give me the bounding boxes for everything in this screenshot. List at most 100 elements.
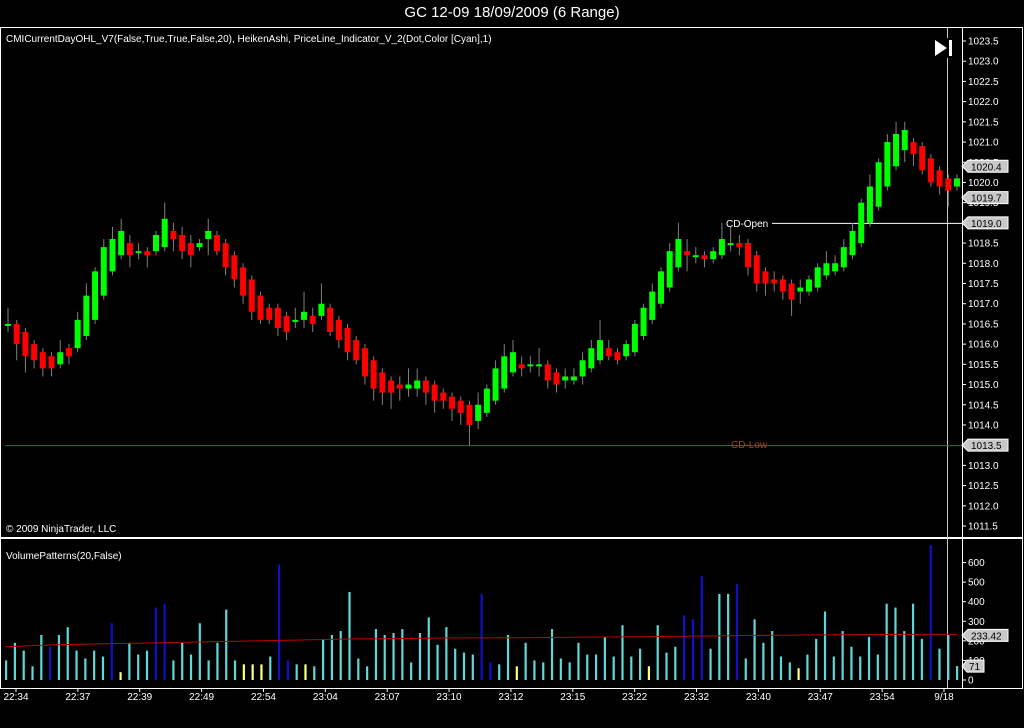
price-tick-label: 1017.0: [968, 299, 999, 310]
volume-bar: [189, 654, 193, 680]
chart-canvas[interactable]: 1023.5 1023.0 1022.5 1022.0 1021.5 1021.0 1020…: [0, 0, 1024, 728]
time-tick-label: 23:12: [498, 692, 523, 703]
volume-bar: [242, 664, 245, 680]
volume-bar: [656, 625, 659, 680]
volume-bar: [498, 664, 501, 680]
candle-body: [518, 364, 525, 369]
time-tick-label: 9/18: [934, 692, 954, 703]
volume-bar: [489, 662, 492, 680]
scroll-to-end-icon[interactable]: [934, 38, 956, 58]
volume-bar: [22, 650, 25, 680]
candle-body: [701, 255, 708, 260]
volume-bar: [410, 662, 413, 680]
volume-bar: [956, 666, 959, 680]
time-tick-label: 23:04: [313, 692, 338, 703]
candle-body: [240, 267, 247, 296]
price-tick-label: 1018.0: [968, 259, 999, 270]
candle-body: [936, 170, 943, 187]
price-tick-label: 1022.5: [968, 77, 999, 88]
volume-bar: [735, 584, 739, 680]
candle-body: [858, 202, 865, 244]
volume-bar: [683, 615, 686, 680]
candle-body: [39, 352, 46, 369]
price-tick-label: 1023.0: [968, 57, 999, 68]
volume-bar: [568, 662, 571, 680]
candle-body: [22, 332, 29, 357]
volume-bar: [304, 664, 307, 680]
volume-bar: [630, 656, 633, 680]
volume-bar: [506, 634, 510, 680]
candle-body: [544, 364, 551, 381]
candle-body: [353, 340, 360, 361]
candle-body: [849, 230, 856, 256]
candle-body: [692, 255, 699, 258]
price-tag-cd-low: 1013.5: [961, 438, 1009, 452]
volume-bar: [13, 642, 17, 680]
candle-body: [170, 230, 177, 240]
candle-body: [48, 356, 55, 369]
candle-body: [231, 255, 238, 280]
volume-bar: [427, 617, 430, 680]
tag-label: 71: [969, 662, 981, 673]
volume-bar: [903, 631, 906, 680]
candle-body: [605, 348, 612, 357]
price-tick-label: 1014.0: [968, 420, 999, 431]
time-tick-label: 22:34: [3, 692, 28, 703]
volume-bar: [137, 654, 140, 680]
price-tag-high: 1020.4: [961, 159, 1009, 173]
volume-bar: [938, 648, 941, 680]
price-tick-label: 1012.5: [968, 481, 999, 492]
candle-body: [213, 235, 220, 252]
candle-body: [449, 396, 456, 409]
candle-body: [954, 178, 960, 187]
candle-body: [431, 384, 438, 401]
price-tag-cd-open: 1019.0: [961, 216, 1009, 230]
volume-bar: [66, 627, 69, 680]
candle-body: [301, 311, 308, 320]
candle-body: [579, 360, 586, 377]
candle-body: [570, 376, 577, 381]
volume-bar: [260, 664, 263, 680]
candle-body: [327, 307, 334, 332]
price-tick-label: 1018.5: [968, 239, 999, 250]
volume-bar: [594, 654, 598, 680]
candle-body: [745, 243, 752, 268]
candle-body: [814, 267, 821, 288]
volume-bar: [850, 646, 853, 680]
volume-bar: [471, 654, 474, 680]
volume-bar: [110, 623, 113, 680]
volume-bar: [128, 642, 131, 680]
volume-bar: [480, 593, 483, 680]
volume-bar: [577, 642, 580, 680]
price-indicators-label: CMICurrentDayOHL_V7(False,True,True,Fals…: [6, 34, 492, 45]
time-tick-label: 22:39: [127, 692, 152, 703]
candle-body: [901, 129, 908, 151]
candle-body: [840, 247, 847, 268]
volume-bar: [885, 603, 888, 680]
candle-body: [675, 239, 682, 268]
candle-body: [614, 352, 621, 361]
volume-bar: [392, 633, 395, 680]
time-tick-label: 23:32: [684, 692, 709, 703]
volume-bar: [330, 634, 334, 680]
candle-body: [222, 243, 229, 268]
candle-body: [527, 364, 534, 367]
candle-body: [205, 230, 212, 240]
candle-body: [893, 133, 900, 167]
candle-body: [788, 283, 795, 300]
candle-body: [179, 235, 186, 252]
volume-bar: [823, 611, 827, 680]
candle-body: [771, 279, 778, 284]
candle-body: [135, 251, 142, 254]
volume-bar: [771, 631, 774, 680]
candle-body: [597, 340, 604, 361]
volume-bar: [101, 656, 105, 680]
volume-bar: [929, 544, 932, 680]
volume-bar: [542, 662, 545, 680]
price-tick-label: 1015.5: [968, 360, 999, 371]
volume-bar: [832, 656, 835, 680]
candle-body: [187, 243, 194, 256]
candle-body: [875, 162, 882, 207]
candle-body: [283, 315, 290, 332]
candle-body: [266, 307, 273, 320]
